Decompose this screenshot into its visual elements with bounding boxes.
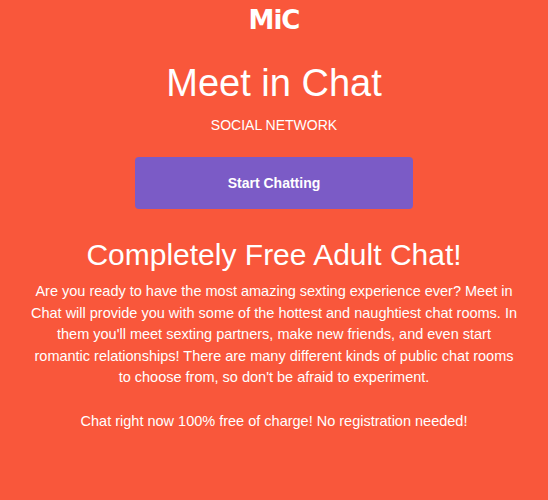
start-chatting-button[interactable]: Start Chatting (135, 157, 413, 209)
landing-page: MiC Meet in Chat SOCIAL NETWORK Start Ch… (0, 0, 548, 500)
footer-text: Chat right now 100% free of charge! No r… (81, 411, 468, 431)
section-heading: Completely Free Adult Chat! (86, 237, 461, 273)
logo[interactable]: MiC (249, 4, 300, 36)
description: Are you ready to have the most amazing s… (29, 281, 519, 389)
site-subtitle: SOCIAL NETWORK (211, 116, 337, 134)
site-title: Meet in Chat (166, 60, 381, 106)
